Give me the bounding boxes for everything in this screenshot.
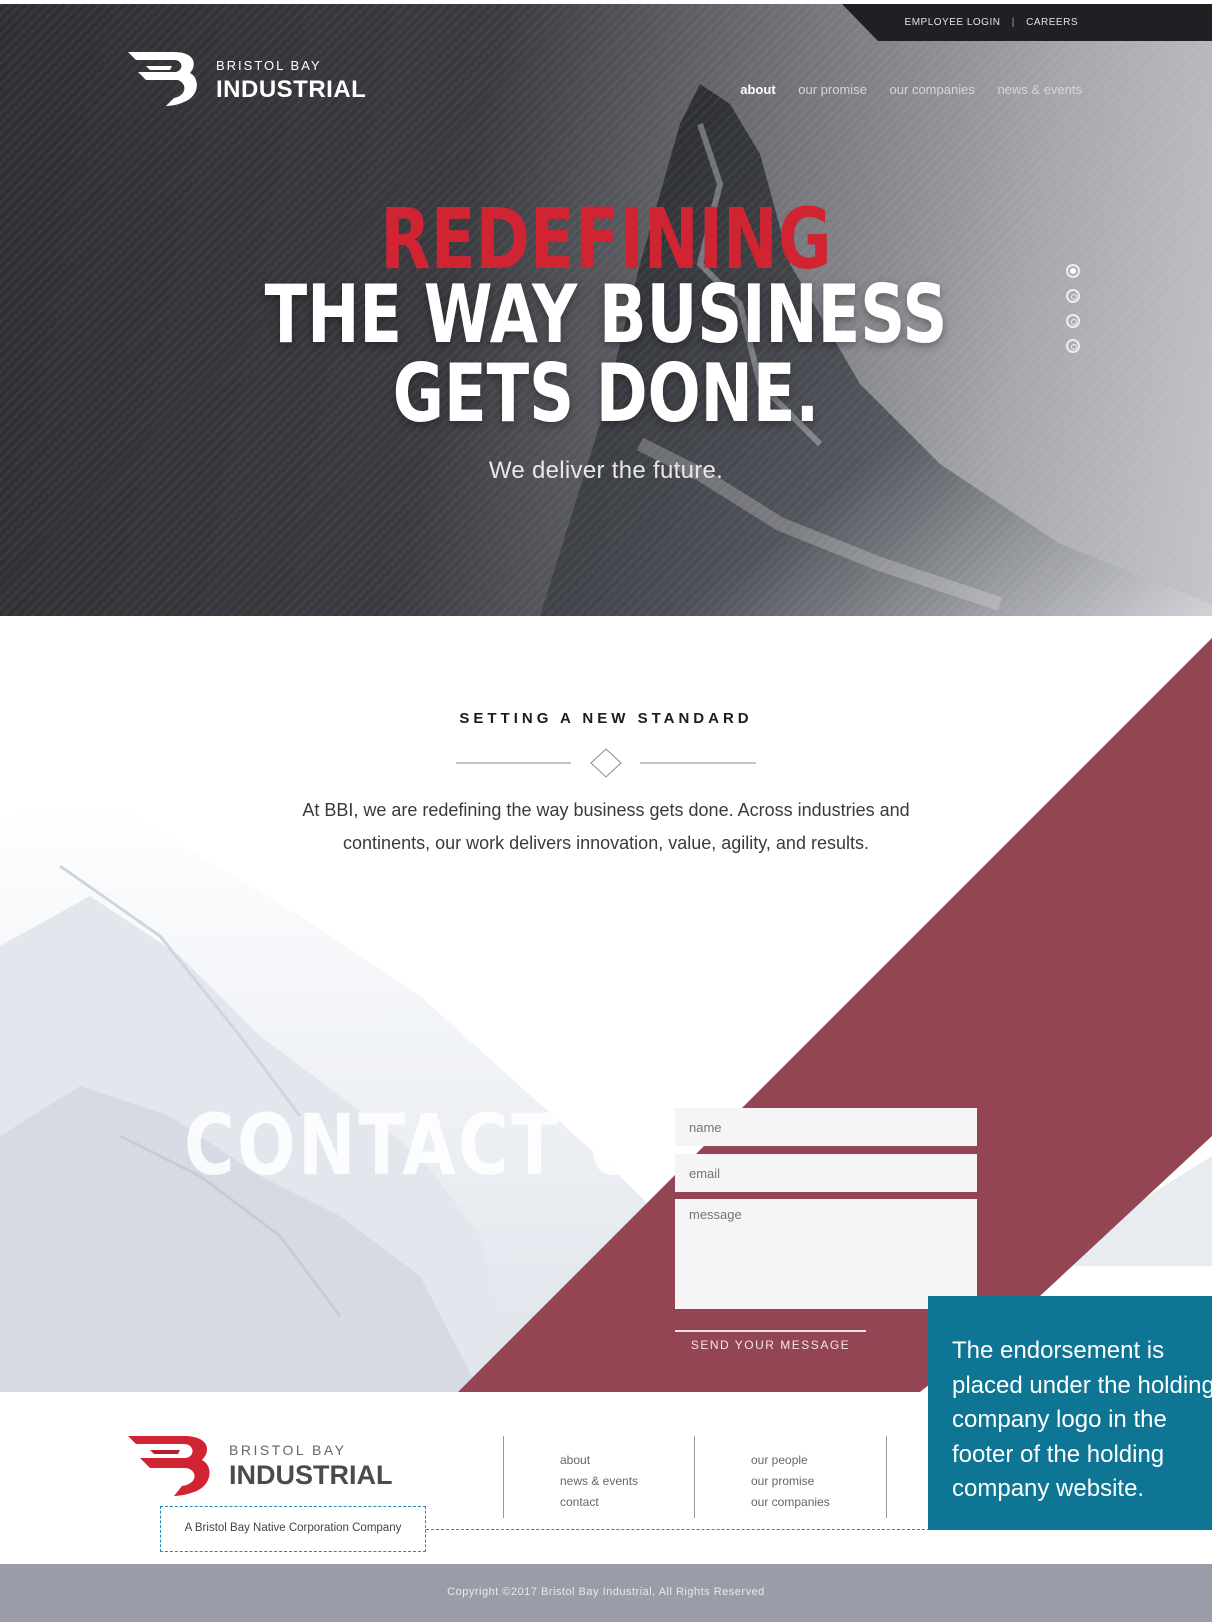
callout-line-5: company website. [952,1475,1145,1502]
message-field[interactable] [675,1199,977,1309]
footer-link-our-people[interactable]: our people [751,1450,886,1471]
footer-link-about[interactable]: about [560,1450,695,1471]
hero-tagline: We deliver the future. [488,457,724,484]
employee-login-link[interactable]: EMPLOYEE LOGIN [905,17,1001,28]
footer-links-col1: about news & events contact [503,1436,695,1518]
contact-title: CONTACT US [184,1096,698,1194]
copyright-text: Copyright ©2017 Bristol Bay Industrial, … [447,1586,765,1598]
footer-link-news-events[interactable]: news & events [560,1471,695,1492]
callout-line-4: footer of the holding [952,1440,1165,1468]
utility-separator: | [1011,17,1015,28]
slider-dots [1066,264,1080,364]
nav-our-promise[interactable]: our promise [798,82,867,97]
annotation-callout: The endorsement is placed under the hold… [928,1296,1212,1530]
hero-section: EMPLOYEE LOGIN | CAREERS BRISTOL BAY IND… [0,4,1212,616]
slide-dot-2[interactable] [1066,289,1080,303]
footer-link-contact[interactable]: contact [560,1492,695,1513]
footer-logo-line1: BRISTOL BAY [229,1442,347,1458]
red-diagonal-band [458,638,1212,1392]
logo-line1: BRISTOL BAY [216,58,322,73]
send-button-rule [675,1330,866,1332]
name-field[interactable] [675,1108,977,1146]
slide-dot-4[interactable] [1066,339,1080,353]
standard-title: SETTING A NEW STANDARD [459,710,753,727]
send-message-button[interactable]: SEND YOUR MESSAGE [675,1338,866,1352]
callout-line-3: company logo in the [952,1406,1167,1433]
standard-body: At BBI, we are redefining the way busine… [302,800,910,853]
endorsement-box: A Bristol Bay Native Corporation Company [160,1506,426,1552]
callout-line-1: The endorsement is [952,1337,1165,1364]
callout-line-2: placed under the holding [952,1371,1212,1399]
standard-contact-section: SETTING A NEW STANDARD At BBI, we are re… [0,616,1212,1392]
copyright-bar: Copyright ©2017 Bristol Bay Industrial, … [0,1564,1212,1622]
hero-headline-line3: GETS DONE. [392,347,820,440]
careers-link[interactable]: CAREERS [1026,17,1078,28]
nav-news-events[interactable]: news & events [997,82,1082,97]
callout-connector [426,1529,930,1530]
diamond-divider-icon [456,748,756,778]
bristol-bay-logo-mark-icon [128,1436,210,1496]
email-field[interactable] [675,1154,977,1192]
footer-link-our-promise[interactable]: our promise [751,1471,886,1492]
footer-link-our-companies[interactable]: our companies [751,1492,886,1513]
logo-line2: INDUSTRIAL [216,76,367,103]
slide-dot-1[interactable] [1066,264,1080,278]
footer-logo[interactable]: BRISTOL BAY INDUSTRIAL [128,1434,398,1496]
nav-about[interactable]: about [740,82,775,97]
slide-dot-3[interactable] [1066,314,1080,328]
utility-links: EMPLOYEE LOGIN | CAREERS [901,17,1082,28]
footer-logo-line2: INDUSTRIAL [229,1460,393,1490]
header-logo[interactable]: BRISTOL BAY INDUSTRIAL [128,48,368,106]
bristol-bay-logo-mark-icon [128,52,197,106]
footer-links-col2: our people our promise our companies [694,1436,886,1518]
main-nav: about our promise our companies news & e… [721,82,1082,97]
footer-divider [886,1436,906,1518]
nav-our-companies[interactable]: our companies [890,82,975,97]
